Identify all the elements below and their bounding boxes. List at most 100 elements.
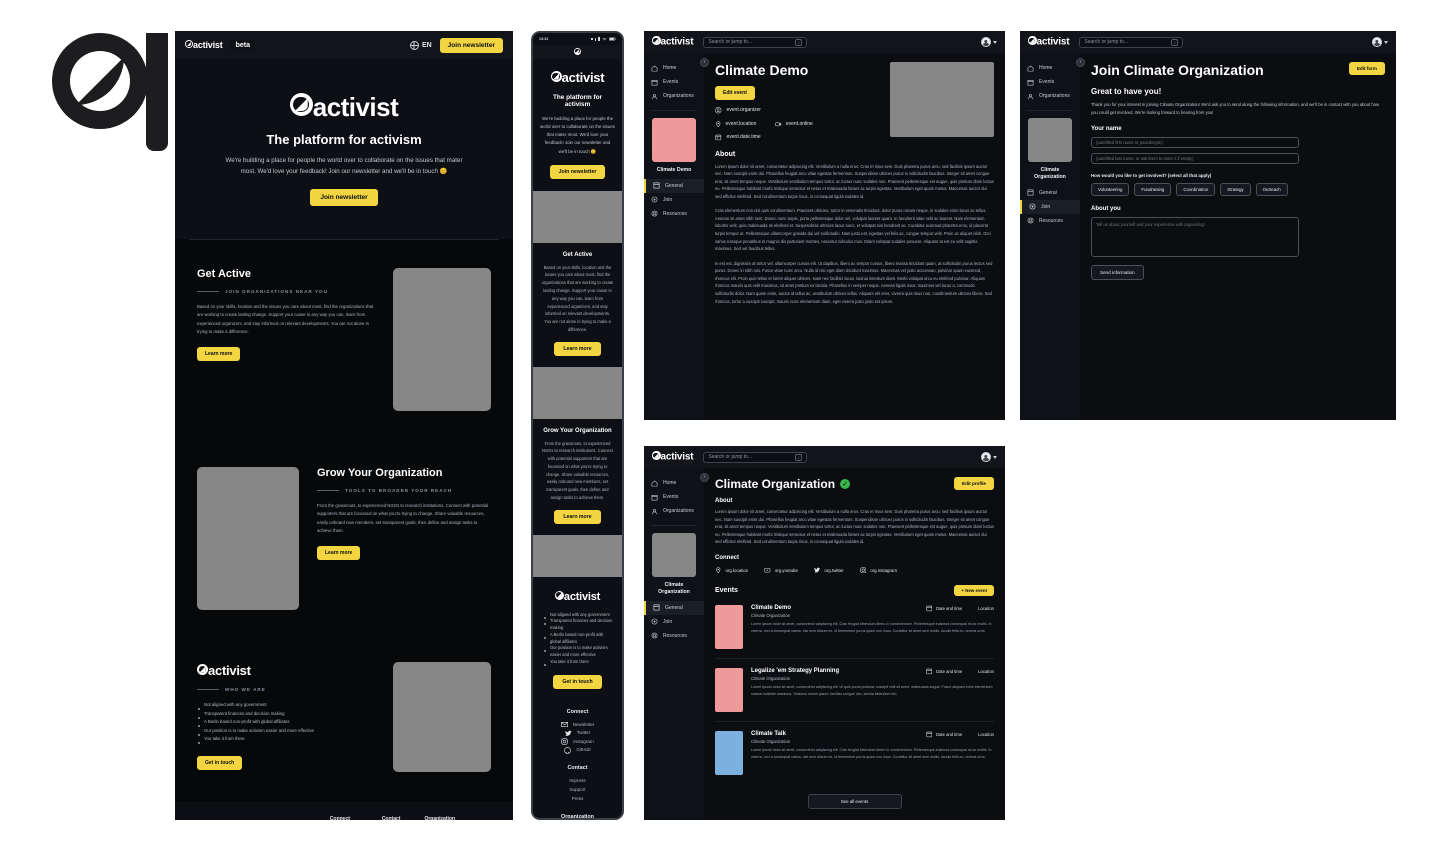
user-menu-button[interactable] [1372,37,1388,47]
app-wordmark[interactable]: activist [652,451,694,463]
wifi-icon [602,37,607,41]
phone-bullet-list: Not aligned with any government Transpar… [541,612,614,666]
phone-footer-connect: Connect Newsletter Twitter Instagram Git… [541,709,614,755]
calendar-icon [925,606,932,612]
sidebar-item-organizations[interactable]: Organizations [644,504,704,518]
edit-event-button[interactable]: Edit event [715,86,755,100]
twitter-icon [813,567,820,573]
event-datetime: Date and time [925,605,962,612]
sidebar-item-home[interactable]: Home [644,61,704,75]
first-name-field[interactable] [1091,137,1299,149]
phone-join-newsletter-button[interactable]: Join newsletter [549,164,606,179]
sidebar-item-events[interactable]: Events [644,490,704,504]
phone-footer-link-instagram[interactable]: Instagram [541,738,614,746]
about-you-textarea[interactable] [1091,217,1299,258]
connect-instagram[interactable]: org.instagram [860,567,897,574]
sidebar-entity: Climate Organization [1020,118,1080,181]
get-active-learn-more-button[interactable]: Learn more [197,347,241,362]
connect-location[interactable]: org.location [715,567,748,574]
last-name-field[interactable] [1091,153,1299,165]
event-location: Location [978,732,994,738]
user-menu-button[interactable] [981,452,997,462]
connect-twitter[interactable]: org.twitter [813,567,844,574]
table-row[interactable]: Climate Talk Climate Organization Date a… [715,722,994,784]
search-input[interactable]: Search or jump to... / [703,36,808,48]
landing-wordmark[interactable]: activist [185,40,223,50]
app-wordmark[interactable]: activist [652,36,694,48]
phone-get-active-learn-more-button[interactable]: Learn more [554,341,601,356]
language-selector[interactable]: EN [409,40,432,50]
phone-footer-link-impress[interactable]: Impress [541,777,614,786]
entity-thumbnail [1028,118,1072,162]
phone-grow-learn-more-button[interactable]: Learn more [554,509,601,524]
sidebar-item-events[interactable]: Events [644,75,704,89]
edit-profile-button[interactable]: Edit profile [954,477,994,490]
github-icon [564,747,572,754]
event-org: Climate Organization [751,676,791,682]
join-newsletter-button-hero[interactable]: Join newsletter [310,188,378,206]
verified-badge-icon: ✓ [840,479,851,489]
chip-volunteering[interactable]: Volunteering [1091,183,1130,197]
phone-image-2 [533,366,622,419]
footer-heading: Connect [329,816,350,820]
sidebar-item-home[interactable]: Home [644,476,704,490]
search-input[interactable]: Search or jump to... / [703,451,808,463]
chip-strategy[interactable]: Strategy [1220,183,1251,197]
sidebar-item-general[interactable]: General [644,600,704,615]
send-information-button[interactable]: Send information [1091,265,1144,281]
sidebar-entity: Climate Organization [644,533,704,596]
phone-footer-link-press[interactable]: Press [541,795,614,804]
plus-circle-icon [1029,203,1036,210]
phone-footer-link-twitter[interactable]: Twitter [541,729,614,737]
table-row[interactable]: Climate Demo Climate Organization Date a… [715,596,994,660]
sidebar-item-resources[interactable]: Resources [644,629,704,643]
table-row[interactable]: Legalize 'em Strategy Planning Climate O… [715,659,994,723]
chip-coordination[interactable]: Coordination [1176,183,1216,197]
sidebar-item-home[interactable]: Home [1020,61,1080,75]
sidebar-item-join[interactable]: Join [644,615,704,629]
language-label: EN [421,41,432,49]
entity-thumbnail [652,533,696,577]
connect-youtube[interactable]: org.youtube [764,567,798,574]
sidebar-item-general[interactable]: General [644,178,704,193]
phone-hero-headline: The platform for activism [553,94,602,108]
phone-footer-link-newsletter[interactable]: Newsletter [541,721,614,729]
footer-heading: Organization [561,813,594,820]
join-newsletter-button-top[interactable]: Join newsletter [439,37,503,53]
about-image [393,662,491,772]
sidebar-item-general[interactable]: General [1020,186,1080,200]
edit-form-button[interactable]: Edit form [1348,62,1385,75]
get-active-section: Get Active JOIN ORGANIZATIONS NEAR YOU B… [175,240,513,439]
sidebar-item-resources[interactable]: Resources [644,207,704,221]
chip-fundraising[interactable]: Fundraising [1134,183,1172,197]
about-heading: About [715,150,736,158]
see-all-events-button[interactable]: See all events [807,794,902,810]
grow-learn-more-button[interactable]: Learn more [317,546,361,561]
phone-status-bar: 13:34 [533,33,622,45]
phone-footer-link-support[interactable]: Support [541,786,614,795]
divider [1027,110,1073,111]
get-in-touch-button[interactable]: Get in touch [197,755,243,770]
event-description: Lorem ipsum dolor sit amet, consectetur … [751,685,993,696]
sidebar-item-events[interactable]: Events [1020,75,1080,89]
chip-outreach[interactable]: Outreach [1255,183,1288,197]
phone-get-in-touch-button[interactable]: Get in touch [553,674,602,689]
phone-footer: Connect Newsletter Twitter Instagram Git… [533,698,622,820]
sidebar-item-organizations[interactable]: Organizations [644,89,704,103]
grow-organization-section: Grow Your Organization TOOLS TO BROADEN … [175,439,513,638]
event-datetime: Date and time [925,668,962,675]
event-thumbnail [715,668,743,713]
new-event-button[interactable]: + New event [954,585,994,597]
sidebar-item-join[interactable]: Join [644,193,704,207]
phone-logo-mark[interactable] [574,47,581,57]
grid-icon [1027,189,1034,196]
phone-grow-body: From the grassroots, to experienced NGOs… [542,440,613,500]
sidebar-item-resources[interactable]: Resources [1020,214,1080,228]
sidebar-item-join[interactable]: Join [1020,199,1080,214]
user-menu-button[interactable] [981,37,997,47]
app-wordmark[interactable]: activist [1028,36,1070,48]
search-input[interactable]: Search or jump to... / [1079,36,1184,48]
sidebar-item-organizations[interactable]: Organizations [1020,89,1080,103]
get-active-image [393,268,491,411]
phone-footer-link-github[interactable]: GitHub [541,746,614,754]
